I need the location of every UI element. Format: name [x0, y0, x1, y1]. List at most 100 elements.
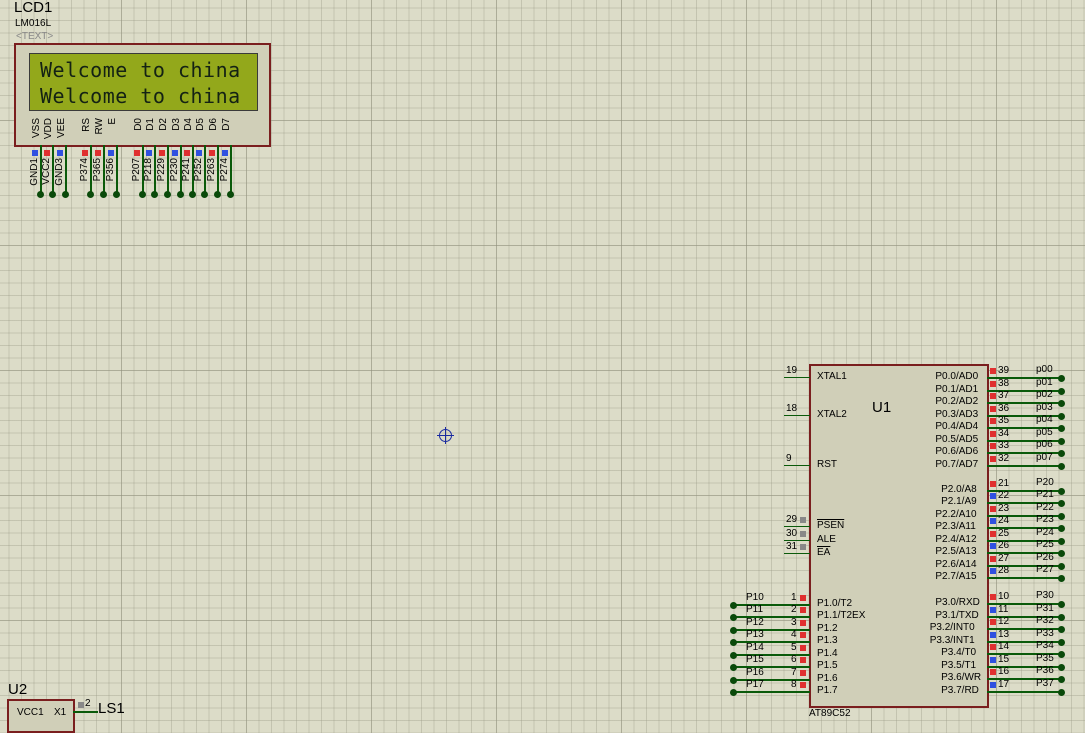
mcu-pin-marker [990, 518, 996, 524]
mcu-pin-name: EA [817, 547, 831, 558]
mcu-pin-name: P0.3/AD3 [935, 409, 979, 420]
u2-component[interactable]: VCC1 X1 [7, 699, 75, 733]
mcu-pin-number: 5 [791, 642, 797, 653]
mcu-net-label: P37 [1036, 678, 1054, 689]
mcu-net-label: P26 [1036, 552, 1054, 563]
mcu-pin-number: 26 [998, 540, 1010, 551]
lcd-pin-label: E [107, 118, 118, 125]
mcu-pin-number: 15 [998, 654, 1010, 665]
mcu-net-label: p03 [1036, 402, 1053, 413]
mcu-pin-name: P3.2/INT0 [929, 622, 975, 633]
mcu-net-label: P36 [1036, 665, 1054, 676]
lcd-pin-marker [196, 150, 202, 156]
mcu-pin-number: 27 [998, 553, 1010, 564]
lcd-wire-junction [139, 191, 146, 198]
mcu-net-label: P25 [1036, 539, 1054, 550]
mcu-net-label: P16 [746, 667, 764, 678]
mcu-pin-marker [990, 594, 996, 600]
mcu-net-label: p01 [1036, 377, 1053, 388]
mcu-pin-name: P2.4/A12 [935, 534, 977, 545]
mcu-pin-name: P3.3/INT1 [929, 635, 975, 646]
mcu-pin-number: 7 [791, 667, 797, 678]
mcu-wire-junction [1058, 538, 1065, 545]
mcu-pin-marker [990, 393, 996, 399]
mcu-pin-number: 10 [998, 591, 1010, 602]
mcu-wire-junction [730, 677, 737, 684]
mcu-pin-name: XTAL2 [817, 409, 847, 420]
mcu-pin-name: P3.1/TXD [935, 610, 979, 621]
mcu-pin-stub [784, 553, 810, 554]
mcu-pin-marker [990, 456, 996, 462]
mcu-pin-name: P3.4/T0 [941, 647, 977, 658]
mcu-pin-marker [800, 517, 806, 523]
mcu-pin-name: P0.5/AD5 [935, 434, 979, 445]
mcu-pin-marker [990, 443, 996, 449]
mcu-pin-name: P3.7/RD [941, 685, 979, 696]
lcd-wire-junction [37, 191, 44, 198]
mcu-pin-name: P1.4 [817, 648, 838, 659]
lcd-pin-wire [65, 145, 67, 195]
mcu-pin-name: P1.1/T2EX [817, 610, 866, 621]
lcd-net-label: P365 [92, 158, 103, 182]
mcu-wire-junction [1058, 563, 1065, 570]
lcd-pin-marker [44, 150, 50, 156]
mcu-net-label: P35 [1036, 653, 1054, 664]
mcu-wire-junction [1058, 488, 1065, 495]
mcu-net-label: P12 [746, 617, 764, 628]
mcu-pin-number: 22 [998, 490, 1010, 501]
mcu-pin-number: 37 [998, 390, 1010, 401]
lcd-net-label: P274 [219, 158, 230, 182]
mcu-pin-number: 6 [791, 654, 797, 665]
mcu-wire-junction [730, 614, 737, 621]
mcu-net-label: P11 [746, 604, 764, 615]
mcu-pin-marker [990, 669, 996, 675]
mcu-pin-marker [800, 607, 806, 613]
mcu-pin-marker [990, 481, 996, 487]
mcu-pin-marker [800, 632, 806, 638]
mcu-pin-number: 32 [998, 453, 1010, 464]
lcd-pin-label: VSS [31, 118, 42, 139]
mcu-pin-marker [990, 543, 996, 549]
mcu-net-label: P10 [746, 592, 764, 603]
mcu-pin-number: 30 [786, 528, 798, 539]
mcu-pin-marker [990, 431, 996, 437]
mcu-pin-number: 17 [998, 679, 1010, 690]
lcd-screen: Welcome to china Welcome to china [29, 53, 258, 111]
mcu-part-label: AT89C52 [809, 708, 851, 719]
mcu-net-label: P34 [1036, 640, 1054, 651]
lcd-line-1: Welcome to china [40, 58, 241, 82]
mcu-pin-number: 34 [998, 428, 1010, 439]
lcd-wire-junction [227, 191, 234, 198]
mcu-pin-marker [990, 368, 996, 374]
mcu-pin-number: 29 [786, 514, 798, 525]
mcu-net-label: p05 [1036, 427, 1053, 438]
u2-ref-label: U2 [8, 681, 28, 698]
mcu-pin-name: P2.5/A13 [935, 546, 977, 557]
mcu-pin-number: 8 [791, 679, 797, 690]
mcu-pin-marker [990, 381, 996, 387]
mcu-pin-name: P1.3 [817, 635, 838, 646]
lcd-net-label: P207 [131, 158, 142, 182]
mcu-pin-name: P3.0/RXD [935, 597, 980, 608]
mcu-net-label: P31 [1036, 603, 1054, 614]
lcd-ref-label: LCD1 [14, 0, 53, 16]
lcd-net-label: P374 [79, 158, 90, 182]
lcd-wire-junction [113, 191, 120, 198]
lcd-wire-junction [49, 191, 56, 198]
lcd-pin-marker [209, 150, 215, 156]
mcu-pin-marker [800, 531, 806, 537]
mcu-pin-name: P0.0/AD0 [935, 371, 979, 382]
mcu-wire-junction [1058, 425, 1065, 432]
lcd-pin-label: D4 [183, 118, 194, 131]
mcu-pin-name: P2.7/A15 [935, 571, 977, 582]
mcu-pin-name: P0.1/AD1 [935, 384, 979, 395]
mcu-pin-marker [800, 645, 806, 651]
mcu-pin-number: 18 [786, 403, 798, 414]
lcd-pin-label: D5 [195, 118, 206, 131]
mcu-pin-name: P1.2 [817, 623, 838, 634]
mcu-pin-marker [990, 607, 996, 613]
lcd-net-label: P230 [169, 158, 180, 182]
mcu-pin-number: 36 [998, 403, 1010, 414]
mcu-wire-junction [1058, 463, 1065, 470]
mcu-pin-number: 4 [791, 629, 797, 640]
